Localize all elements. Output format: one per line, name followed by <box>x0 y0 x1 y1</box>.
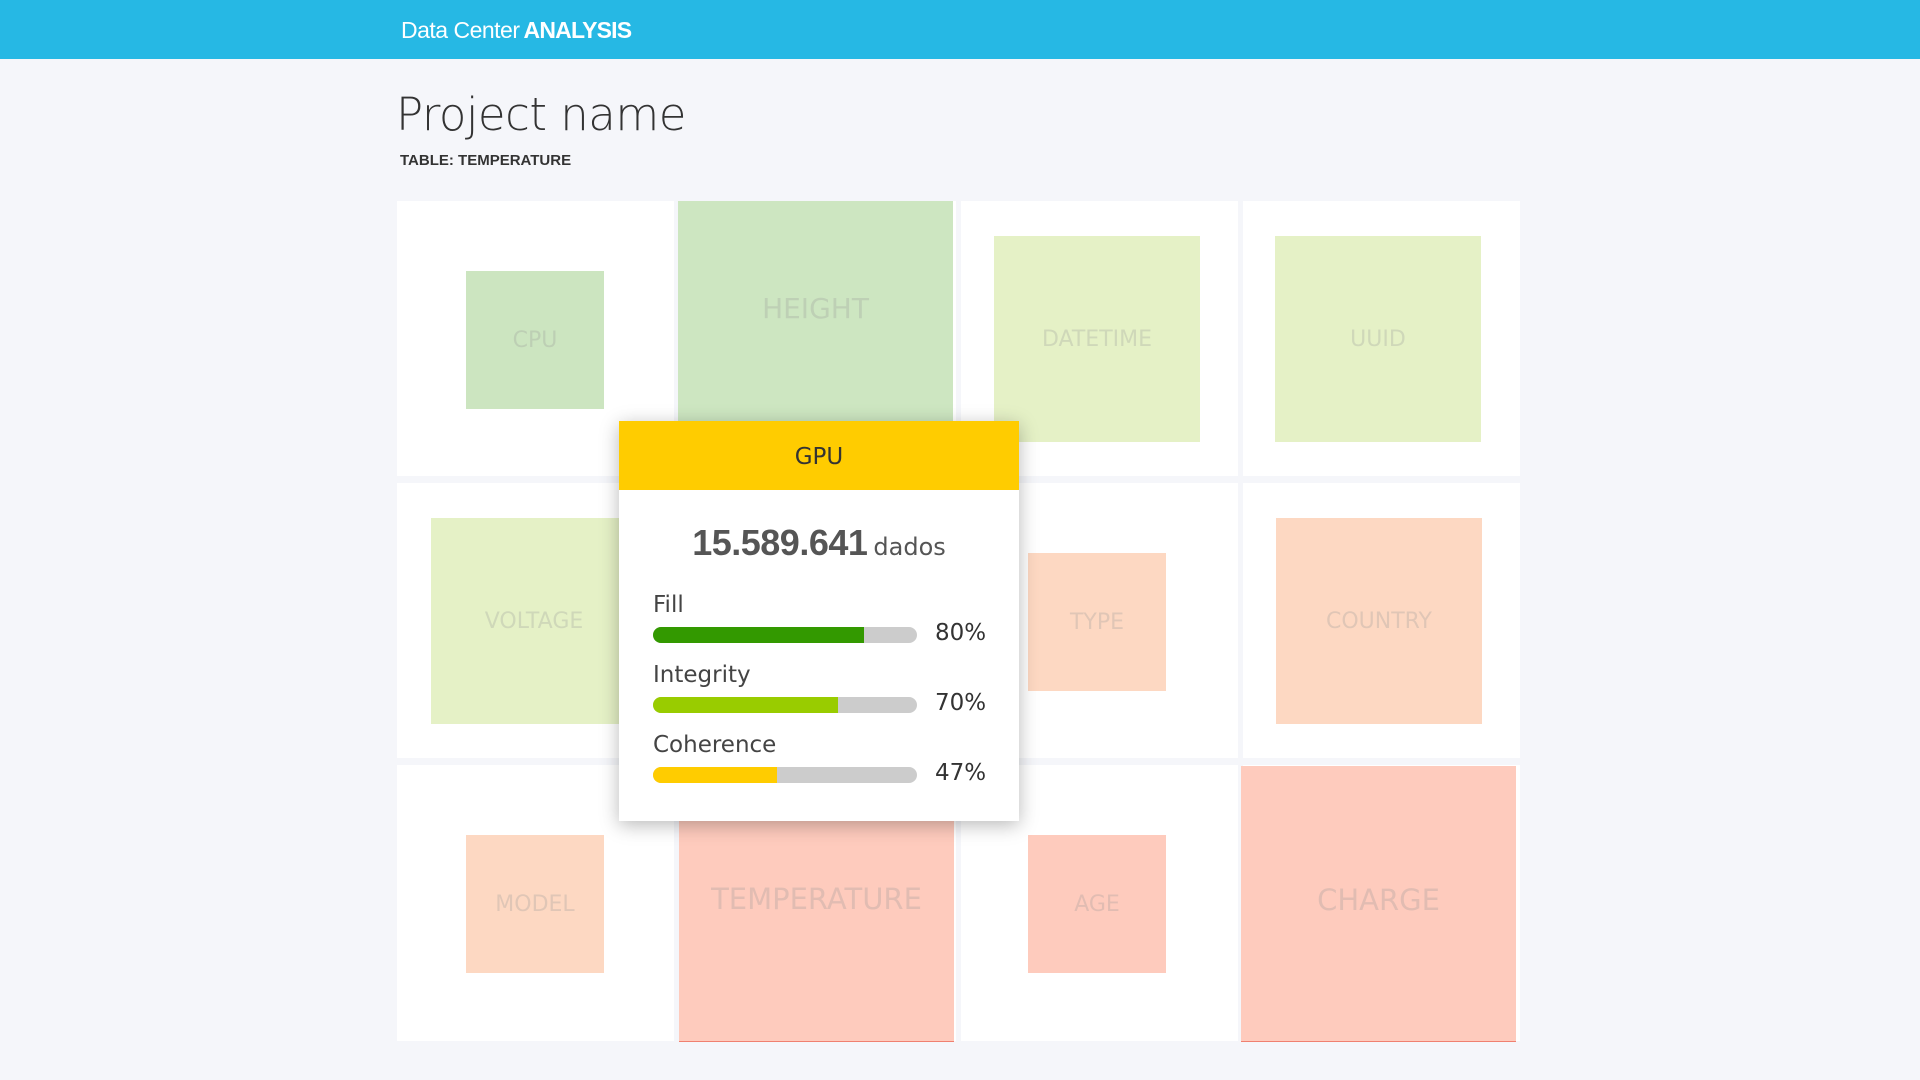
record-count: 15.589.641 dados <box>619 522 1019 564</box>
metric-fill: Fill 80% <box>653 592 993 646</box>
progress-track <box>653 627 917 643</box>
metric-label: Fill <box>653 592 684 618</box>
metric-value: 47% <box>935 760 987 786</box>
tile-charge[interactable]: CHARGE <box>1241 766 1516 1042</box>
tile-height[interactable]: HEIGHT <box>678 201 953 421</box>
metric-label: Coherence <box>653 732 777 758</box>
tile-country[interactable]: COUNTRY <box>1276 518 1482 724</box>
metric-integrity: Integrity 70% <box>653 662 993 716</box>
tile-uuid[interactable]: UUID <box>1275 236 1481 442</box>
tile-label: CHARGE <box>1317 882 1440 917</box>
progress-fill <box>653 697 838 713</box>
tile-label: DATETIME <box>1041 326 1153 352</box>
record-count-value: 15.589.641 <box>692 522 868 563</box>
tile-voltage[interactable]: VOLTAGE <box>431 518 637 724</box>
metric-coherence: Coherence 47% <box>653 732 993 786</box>
top-navigation-bar: Data Center ANALYSIS <box>0 0 1920 59</box>
tile-label: TEMPERATURE <box>711 882 922 916</box>
tile-label: CPU <box>512 327 558 353</box>
tile-label: TYPE <box>1069 609 1125 635</box>
progress-track <box>653 697 917 713</box>
gpu-tooltip: GPU 15.589.641 dados Fill 80% Integrity 7… <box>619 421 1019 821</box>
progress-fill <box>653 767 778 783</box>
progress-fill <box>653 627 865 643</box>
app-brand[interactable]: Data Center ANALYSIS <box>401 0 633 59</box>
metric-value: 80% <box>935 620 987 646</box>
progress-track <box>653 767 917 783</box>
tile-label: MODEL <box>495 891 575 917</box>
brand-light-text: Data Center <box>401 17 520 43</box>
metric-label: Integrity <box>653 662 751 688</box>
tile-datetime[interactable]: DATETIME <box>994 236 1200 442</box>
tile-model[interactable]: MODEL <box>466 835 604 973</box>
tile-label: UUID <box>1350 326 1406 352</box>
tile-cpu[interactable]: CPU <box>466 271 604 409</box>
record-count-unit: dados <box>873 533 946 561</box>
metric-value: 70% <box>935 690 987 716</box>
tile-label: VOLTAGE <box>484 608 584 634</box>
tile-label: HEIGHT <box>762 291 869 325</box>
page-title: Project name <box>396 88 686 141</box>
table-subtitle: TABLE: TEMPERATURE <box>400 152 572 169</box>
tile-age[interactable]: AGE <box>1028 835 1166 973</box>
tile-label: COUNTRY <box>1326 608 1432 634</box>
tile-label: AGE <box>1074 891 1120 917</box>
tile-type[interactable]: TYPE <box>1028 553 1166 691</box>
tooltip-header: GPU <box>619 421 1019 490</box>
brand-bold-text: ANALYSIS <box>523 17 633 43</box>
